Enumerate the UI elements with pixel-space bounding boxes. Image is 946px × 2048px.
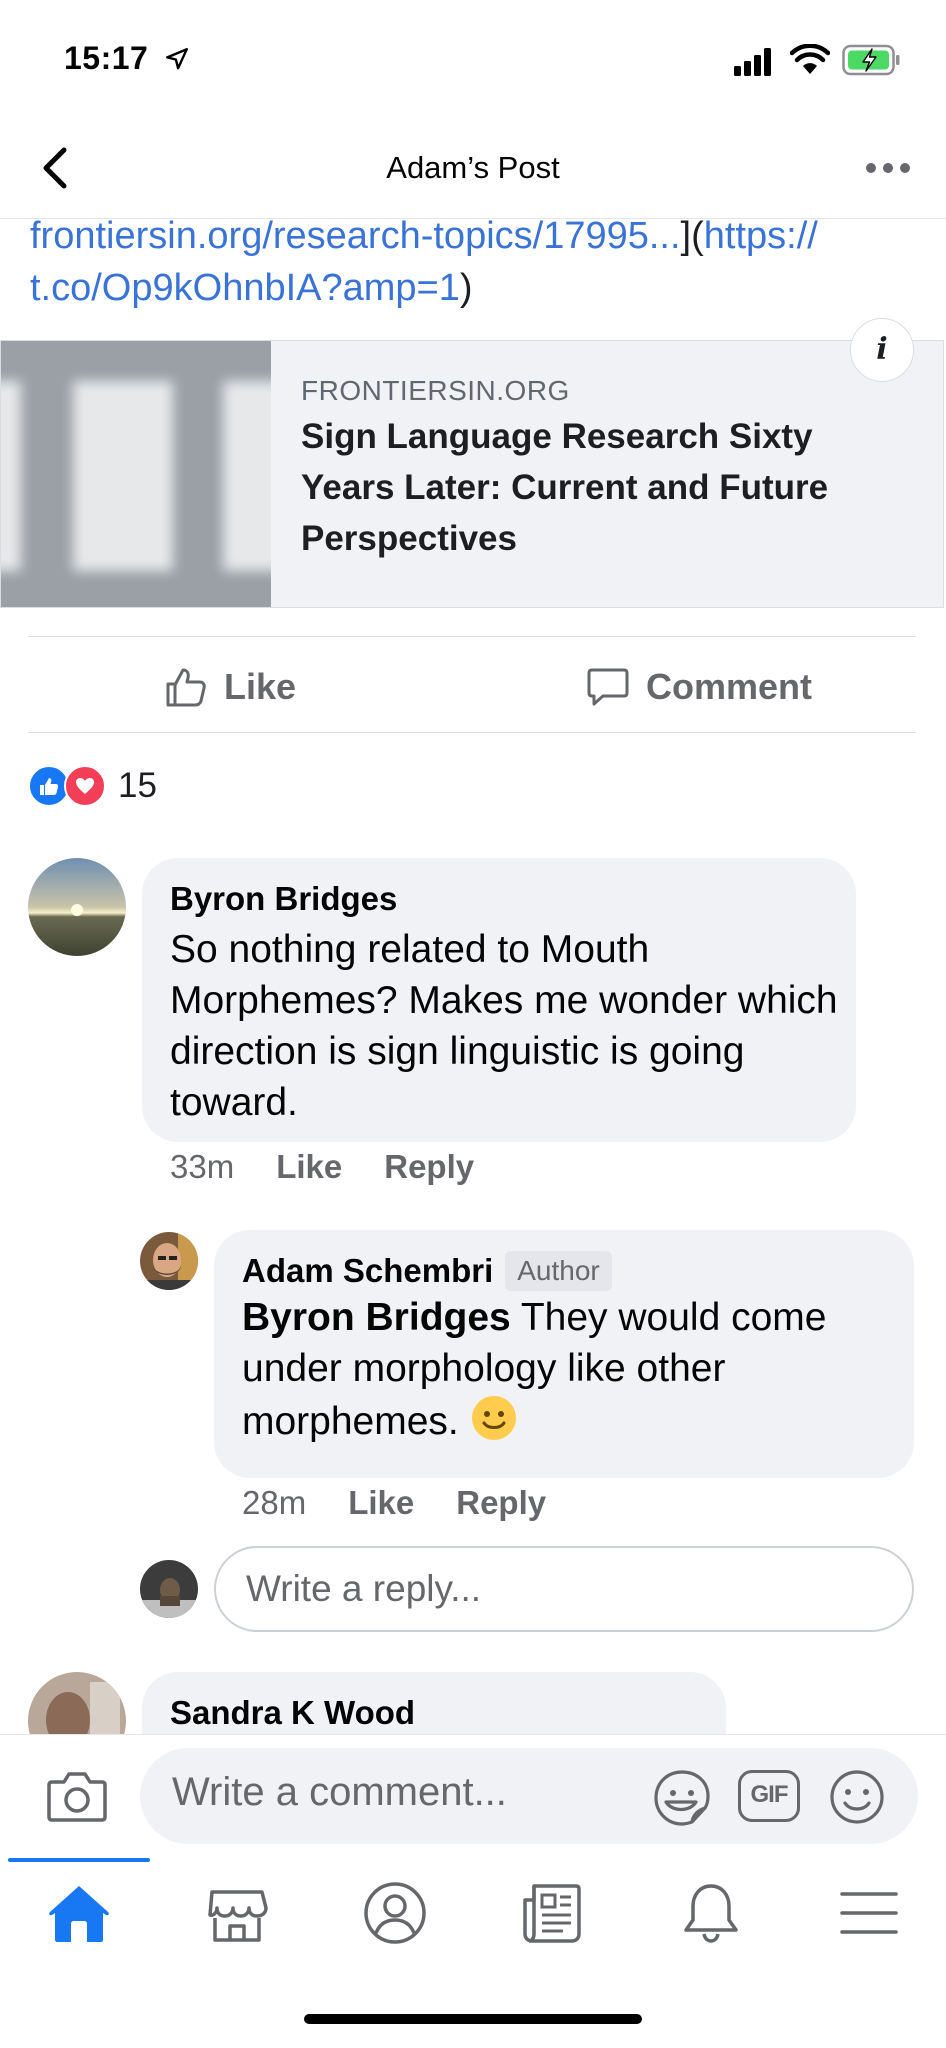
status-time: 15:17 [64,40,149,76]
comment-button[interactable]: Comment [586,660,812,714]
comment-meta: 33m Like Reply [170,1148,474,1186]
menu-tab-icon[interactable] [834,1878,904,1948]
post-link-url[interactable]: frontiersin.org/research-topics/17995... [30,215,681,257]
active-tab-indicator [8,1858,150,1862]
action-bar-bottom-divider [28,732,916,733]
reaction-count: 15 [118,766,157,805]
post-paren: ) [459,267,473,309]
mention-link[interactable]: Byron Bridges [242,1296,511,1339]
comment-button-label: Comment [646,666,813,707]
marketplace-tab-icon[interactable] [202,1878,272,1948]
header-divider [0,218,946,219]
post-text: frontiersin.org/research-topics/17995...… [30,210,920,314]
love-reaction-icon [64,765,106,807]
author-badge: Author [505,1251,612,1291]
location-arrow-icon [166,48,188,70]
notifications-tab-icon[interactable] [676,1878,746,1948]
link-preview-title: Sign Language Research Sixty Years Later… [301,417,829,558]
comment-reply-link[interactable]: Reply [384,1148,474,1186]
reply-time: 28m [242,1484,307,1521]
comment-author[interactable]: Byron Bridges [170,880,397,918]
battery-charging-icon [842,44,900,76]
link-preview-card[interactable]: FRONTIERSIN.ORG Sign Language Research S… [0,340,944,608]
info-icon[interactable]: i [850,318,914,382]
emoji-icon[interactable] [828,1768,886,1826]
reply-text: Byron Bridges They would come under morp… [242,1292,902,1447]
reply-author[interactable]: Adam Schembri [242,1252,493,1290]
more-options-icon[interactable] [864,160,912,176]
thumbs-up-icon [166,668,206,707]
link-preview-domain: FRONTIERSIN.ORG [301,375,570,406]
cellular-signal-icon [734,48,771,76]
comment-bubble-icon [587,668,629,706]
avatar-adam-schembri[interactable] [140,1232,198,1290]
page-title: Adam’s Post [386,150,560,185]
news-tab-icon[interactable] [518,1878,588,1948]
gif-button[interactable]: GIF [738,1770,800,1822]
comment-author[interactable]: Sandra K Wood [170,1694,415,1732]
reply-input[interactable]: Write a reply... [214,1546,914,1632]
avatar-byron-bridges[interactable] [28,858,126,956]
reply-meta: 28m Like Reply [242,1484,546,1522]
reply-reply-link[interactable]: Reply [456,1484,546,1522]
reply-header: Adam Schembri Author [242,1246,612,1296]
sticker-icon[interactable] [652,1768,712,1826]
post-bracket: ]( [680,215,704,257]
comment-text: So nothing related to Mouth Morphemes? M… [170,928,838,1124]
comment-time: 33m [170,1148,235,1185]
post-link-short-b[interactable]: t.co/Op9kOhnbIA?amp=1 [30,267,460,309]
link-preview-thumbnail [1,341,271,607]
wifi-icon [790,44,830,74]
profile-tab-icon[interactable] [360,1878,430,1948]
reply-bubble: Adam Schembri Author Byron Bridges They … [214,1230,914,1478]
comment-bubble: Byron Bridges So nothing related to Mout… [142,858,856,1142]
post-link-short-a[interactable]: https:// [704,215,818,257]
comment-like-link[interactable]: Like [276,1148,342,1186]
like-button[interactable]: Like [164,660,296,714]
comment-input-placeholder: Write a comment... [172,1770,507,1814]
like-button-label: Like [224,666,297,707]
current-user-avatar [140,1560,198,1618]
reply-like-link[interactable]: Like [348,1484,414,1522]
home-tab-icon[interactable] [44,1878,114,1948]
camera-icon[interactable] [46,1768,108,1824]
slightly-smiling-emoji [470,1394,518,1442]
action-bar-top-divider [28,636,916,637]
home-indicator[interactable] [304,2014,642,2024]
reactions-summary[interactable]: 15 [28,765,157,807]
